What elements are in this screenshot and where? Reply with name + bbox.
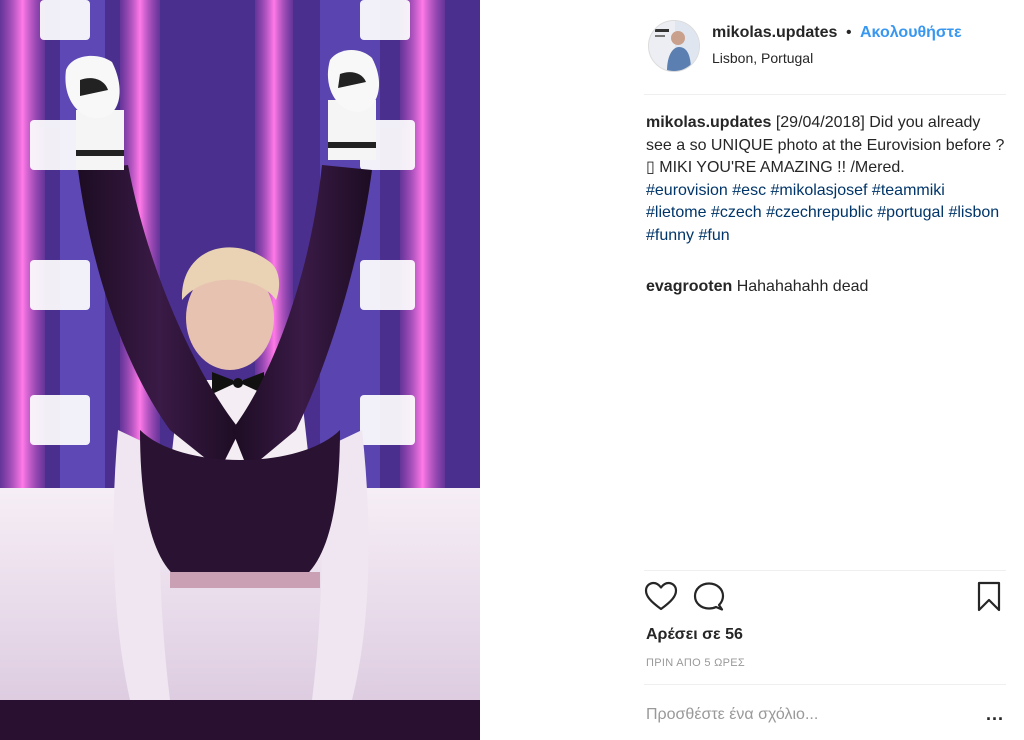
add-comment-input[interactable] bbox=[646, 706, 946, 724]
comment-icon[interactable] bbox=[692, 580, 728, 616]
hashtag[interactable]: #esc bbox=[732, 182, 766, 199]
post-header: mikolas.updates • Ακολουθήστε Lisbon, Po… bbox=[480, 0, 1024, 94]
hashtag[interactable]: #funny bbox=[646, 227, 694, 244]
post-actions bbox=[644, 580, 1006, 618]
comment-text: Hahahahahh dead bbox=[736, 278, 869, 295]
hashtag[interactable]: #eurovision bbox=[646, 182, 728, 199]
caption-username[interactable]: mikolas.updates bbox=[646, 114, 771, 131]
post-timestamp[interactable]: ΠΡΙΝ ΑΠΟ 5 ΩΡΕΣ bbox=[646, 657, 745, 669]
header-divider bbox=[644, 94, 1006, 95]
comment-input-divider bbox=[644, 684, 1006, 685]
hashtag[interactable]: #lietome bbox=[646, 204, 706, 221]
post-caption: mikolas.updates [29/04/2018] Did you alr… bbox=[646, 112, 1006, 247]
hashtag[interactable]: #czechrepublic bbox=[766, 204, 873, 221]
hashtag[interactable]: #lisbon bbox=[948, 204, 999, 221]
avatar-image bbox=[649, 21, 699, 71]
hashtag[interactable]: #teammiki bbox=[872, 182, 945, 199]
heart-icon[interactable] bbox=[644, 580, 680, 616]
post-photo[interactable] bbox=[0, 0, 480, 740]
actions-divider bbox=[644, 570, 1006, 571]
location-link[interactable]: Lisbon, Portugal bbox=[712, 50, 813, 66]
hashtag[interactable]: #czech bbox=[711, 204, 762, 221]
comment-username[interactable]: evagrooten bbox=[646, 278, 732, 295]
comment-item: evagrooten Hahahahahh dead bbox=[646, 276, 1006, 298]
likes-count[interactable]: Αρέσει σε 56 bbox=[646, 626, 743, 644]
follow-button[interactable]: Ακολουθήστε bbox=[860, 24, 962, 42]
performer-photo-illustration bbox=[0, 0, 480, 740]
more-options-button[interactable]: ... bbox=[986, 704, 1004, 725]
avatar[interactable] bbox=[648, 20, 700, 72]
hashtag[interactable]: #portugal bbox=[877, 204, 944, 221]
separator-dot: • bbox=[846, 24, 852, 41]
post-username[interactable]: mikolas.updates bbox=[712, 24, 837, 42]
hashtag[interactable]: #fun bbox=[699, 227, 730, 244]
bookmark-icon[interactable] bbox=[974, 580, 1010, 616]
hashtag[interactable]: #mikolasjosef bbox=[771, 182, 868, 199]
post-detail-panel: mikolas.updates • Ακολουθήστε Lisbon, Po… bbox=[480, 0, 1024, 740]
